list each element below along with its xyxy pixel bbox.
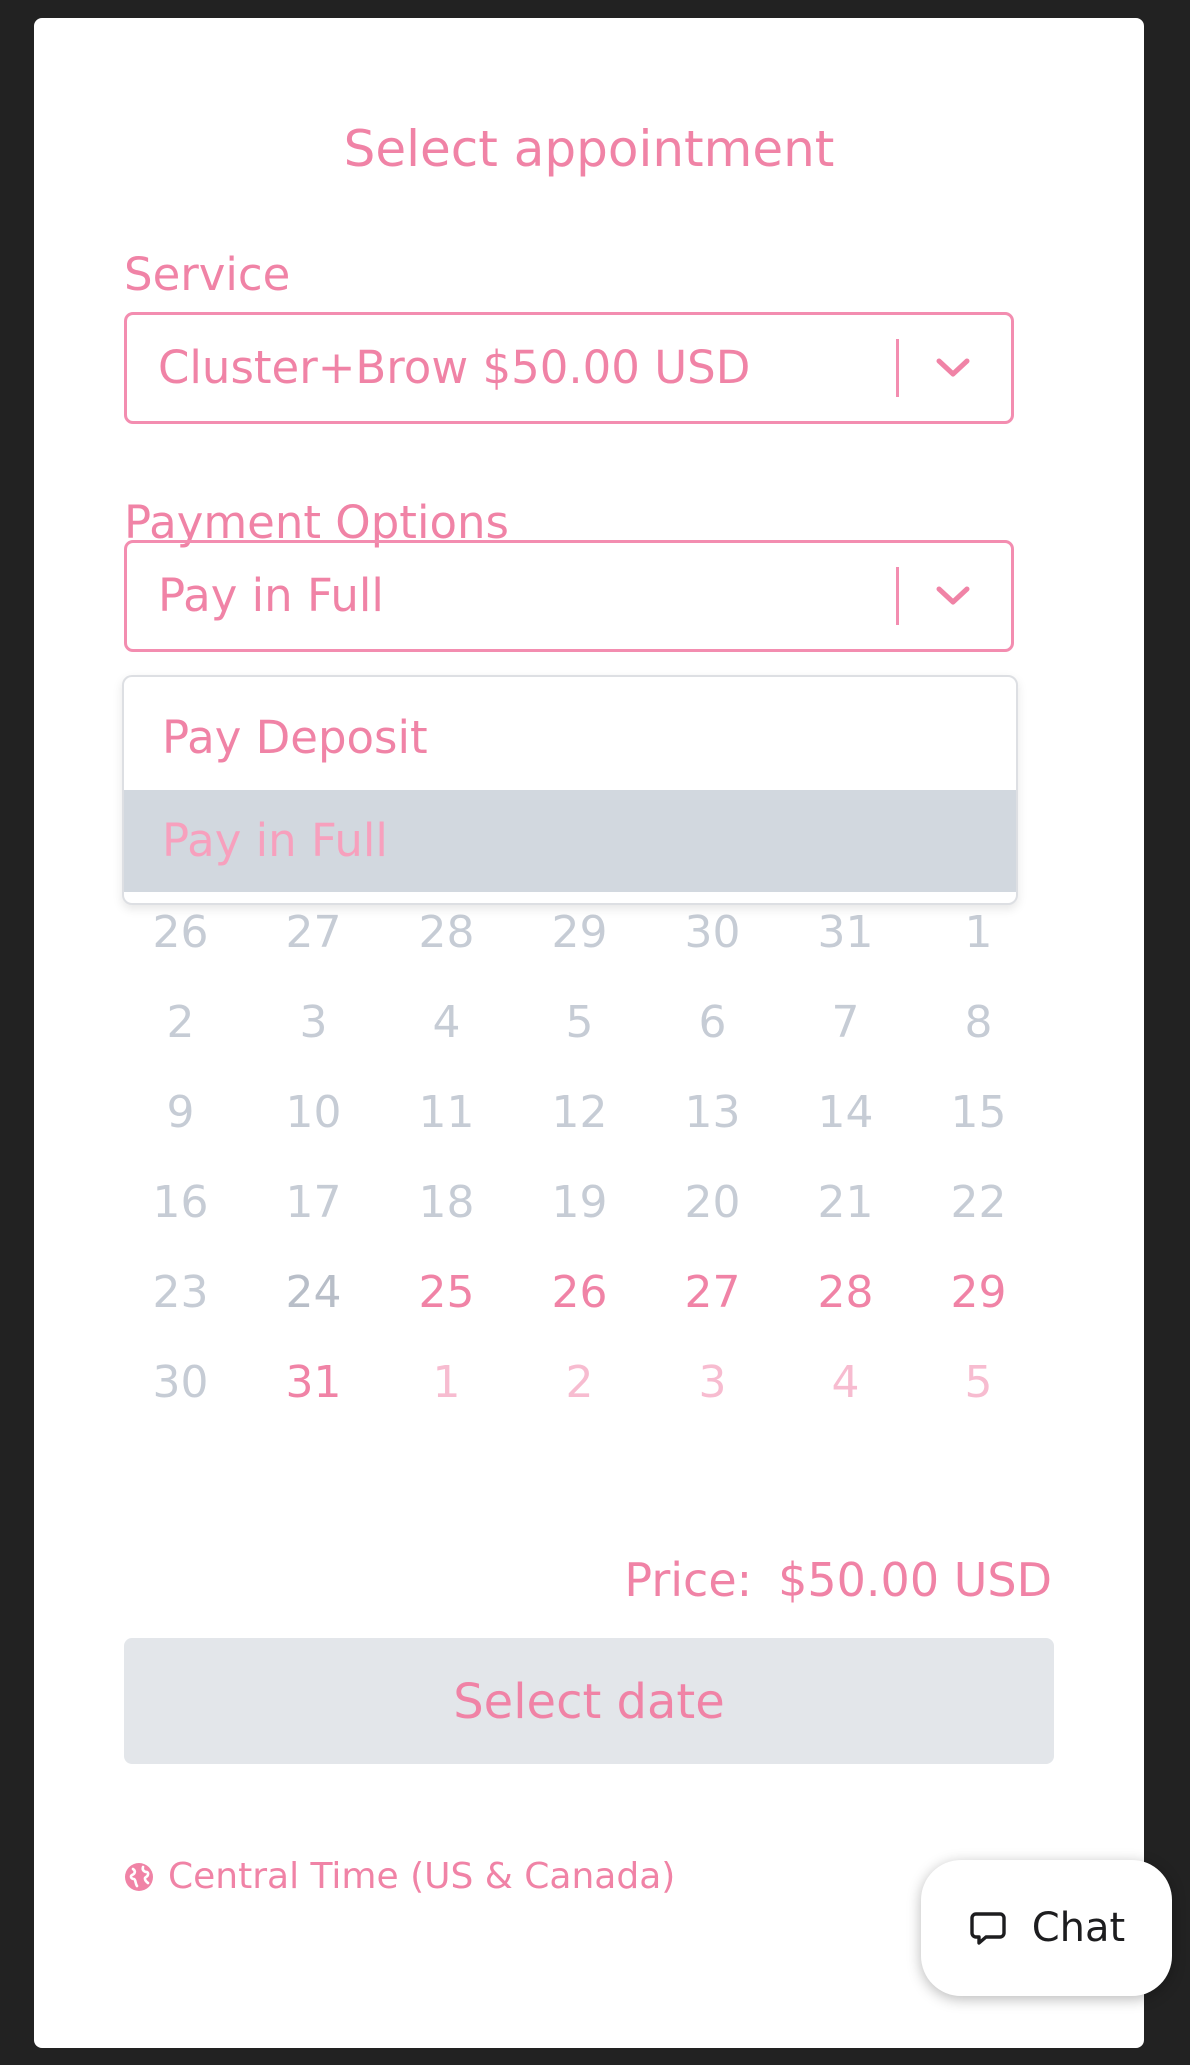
calendar-day[interactable]: 26 <box>513 1248 646 1338</box>
timezone-label: Central Time (US & Canada) <box>168 1856 676 1897</box>
page-title: Select appointment <box>343 120 835 178</box>
calendar-week-row: 23 24 25 26 27 28 29 <box>114 1248 1046 1338</box>
calendar-week-row: 9 10 11 12 13 14 15 <box>114 1068 1046 1158</box>
price-amount: $50.00 USD <box>778 1553 1052 1607</box>
service-label: Service <box>124 248 291 301</box>
select-separator <box>896 567 899 625</box>
calendar-day: 18 <box>418 1177 475 1228</box>
calendar-day[interactable]: 3 <box>646 1338 779 1428</box>
calendar-day: 13 <box>684 1087 741 1138</box>
price-label: Price: <box>624 1553 753 1607</box>
calendar-week-row: 16 17 18 19 20 21 22 <box>114 1158 1046 1248</box>
calendar-day: 12 <box>551 1087 608 1138</box>
calendar-day: 19 <box>551 1177 608 1228</box>
payment-options-select[interactable]: Pay in Full <box>124 540 1014 652</box>
calendar-day: 15 <box>950 1087 1007 1138</box>
chevron-down-icon[interactable] <box>933 579 973 613</box>
calendar-day: 5 <box>565 997 594 1048</box>
calendar-week-row: 30 31 1 2 3 4 5 <box>114 1338 1046 1428</box>
calendar-day: 23 <box>152 1267 209 1318</box>
globe-icon <box>125 1862 153 1891</box>
timezone-selector[interactable]: Central Time (US & Canada) <box>124 1856 675 1897</box>
chat-button[interactable]: Chat <box>921 1860 1172 1996</box>
calendar-day[interactable]: 1 <box>380 1338 513 1428</box>
chevron-down-icon[interactable] <box>933 351 973 385</box>
calendar-day[interactable]: 28 <box>779 1248 912 1338</box>
calendar-day: 14 <box>817 1087 874 1138</box>
calendar-day: 10 <box>285 1087 342 1138</box>
calendar-day[interactable]: 27 <box>646 1248 779 1338</box>
calendar-day: 6 <box>698 997 727 1048</box>
select-separator <box>896 339 899 397</box>
calendar-day: 30 <box>152 1357 209 1408</box>
calendar-week-row: 2 3 4 5 6 7 8 <box>114 978 1046 1068</box>
calendar-day: 2 <box>166 997 195 1048</box>
calendar-day: 21 <box>817 1177 874 1228</box>
calendar-day: 4 <box>432 997 461 1048</box>
service-select[interactable]: Cluster+Brow $50.00 USD <box>124 312 1014 424</box>
calendar-day: 17 <box>285 1177 342 1228</box>
option-pay-in-full[interactable]: Pay in Full <box>124 790 1016 892</box>
select-date-button[interactable]: Select date <box>124 1638 1054 1764</box>
payment-options-menu: Pay Deposit Pay in Full <box>122 675 1018 905</box>
calendar-day: 9 <box>166 1087 195 1138</box>
chat-bubble-icon <box>970 1912 1006 1945</box>
service-select-value: Cluster+Brow $50.00 USD <box>158 341 751 394</box>
calendar-day[interactable]: 5 <box>912 1338 1045 1428</box>
calendar-day[interactable]: 4 <box>779 1338 912 1428</box>
calendar-day: 20 <box>684 1177 741 1228</box>
calendar-day: 11 <box>418 1087 475 1138</box>
calendar-day[interactable]: 29 <box>912 1248 1045 1338</box>
payment-select-value: Pay in Full <box>158 569 384 622</box>
calendar-day: 8 <box>964 997 993 1048</box>
calendar-day[interactable]: 25 <box>380 1248 513 1338</box>
booking-card: Select appointment Service Cluster+Brow … <box>34 18 1144 2048</box>
option-pay-deposit[interactable]: Pay Deposit <box>124 687 1016 789</box>
calendar-day: 24 <box>285 1267 342 1318</box>
calendar-day[interactable]: 2 <box>513 1338 646 1428</box>
calendar-day[interactable]: 31 <box>247 1338 380 1428</box>
calendar-day: 7 <box>831 997 860 1048</box>
calendar-day: 16 <box>152 1177 209 1228</box>
chat-label: Chat <box>1031 1905 1126 1951</box>
calendar-grid: 26 27 28 29 30 31 1 2 3 4 5 6 7 8 9 10 11 12 13 14 15 16 17 18 1… <box>114 888 1046 1428</box>
price-summary: Price: $50.00 USD <box>624 1553 1052 1607</box>
calendar-day: 22 <box>950 1177 1007 1228</box>
calendar-day: 3 <box>299 997 328 1048</box>
